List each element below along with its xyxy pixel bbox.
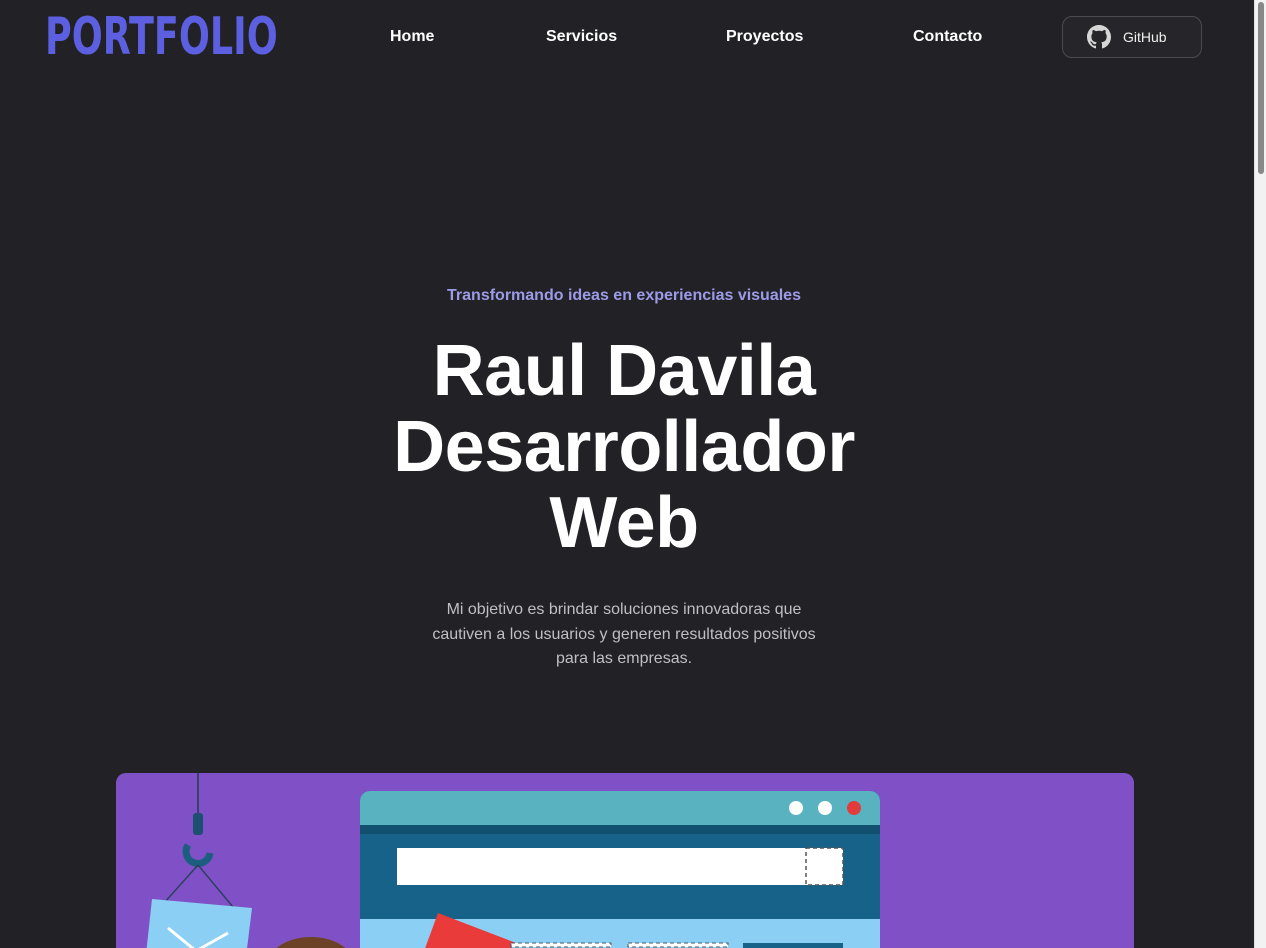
hero-title-line-2: Desarrollador bbox=[393, 407, 855, 487]
nav-link-contacto[interactable]: Contacto bbox=[913, 27, 982, 47]
hero-title-line-1: Raul Davila bbox=[432, 331, 816, 411]
top-navbar: PORTFOLIO Home Servicios Proyectos Conta… bbox=[0, 0, 1254, 76]
hero-tagline: Transformando ideas en experiencias visu… bbox=[447, 287, 801, 304]
github-label: GitHub bbox=[1123, 29, 1167, 45]
nav-link-proyectos[interactable]: Proyectos bbox=[726, 27, 803, 47]
hero-title-line-3: Web bbox=[549, 483, 699, 563]
hero-title: Raul Davila Desarrollador Web bbox=[0, 333, 1248, 561]
hero-illustration bbox=[116, 773, 1134, 948]
web-construction-illustration bbox=[146, 773, 880, 948]
github-icon bbox=[1087, 25, 1111, 49]
nav-link-servicios[interactable]: Servicios bbox=[546, 27, 617, 47]
nav-link-home[interactable]: Home bbox=[390, 27, 434, 47]
logo[interactable]: PORTFOLIO bbox=[45, 6, 278, 68]
page-scrollbar[interactable] bbox=[1254, 0, 1266, 948]
hero-description: Mi objetivo es brindar soluciones innova… bbox=[432, 601, 816, 667]
scrollbar-thumb[interactable] bbox=[1258, 2, 1264, 174]
github-button[interactable]: GitHub bbox=[1062, 16, 1202, 58]
